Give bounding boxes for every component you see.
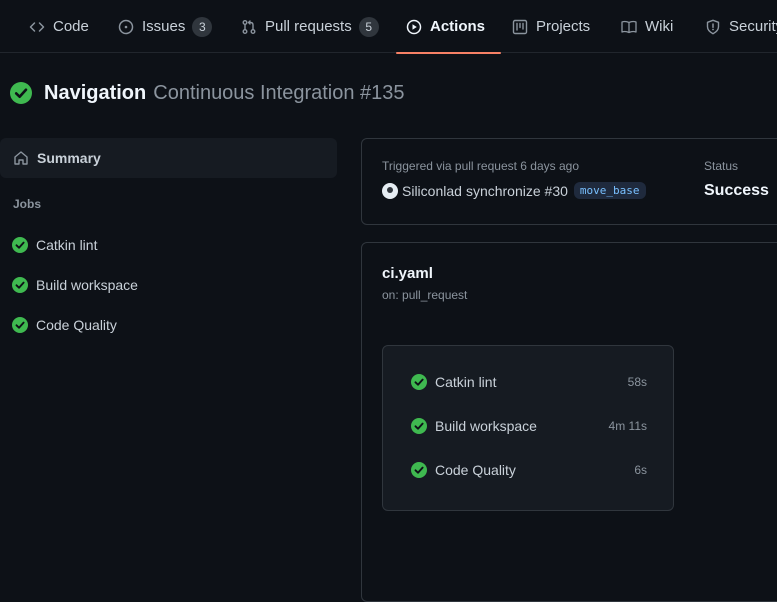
run-info-card: Triggered via pull request 6 days ago Si…: [361, 138, 777, 225]
tab-wiki-label: Wiki: [645, 18, 674, 35]
book-icon: [621, 20, 637, 33]
graph-job-code-quality[interactable]: Code Quality 6s: [411, 459, 647, 481]
workflow-file-name[interactable]: ci.yaml: [382, 265, 433, 282]
run-title: Continuous Integration #135: [153, 81, 405, 104]
graph-job-name: Catkin lint: [435, 374, 497, 390]
sidebar-job-label: Catkin lint: [36, 237, 98, 253]
sidebar-job-catkin-lint[interactable]: Catkin lint: [12, 234, 97, 256]
sidebar-job-label: Build workspace: [36, 277, 138, 293]
graph-job-duration: 6s: [634, 463, 647, 477]
trigger-detail: Siliconlad synchronize #30 move_base: [382, 182, 646, 199]
trigger-description: Triggered via pull request 6 days ago: [382, 159, 580, 173]
tab-code-label: Code: [53, 18, 89, 35]
tab-code[interactable]: Code: [29, 0, 89, 53]
pull-request-link[interactable]: synchronize #30: [466, 183, 568, 199]
home-icon: [14, 151, 28, 165]
tab-security[interactable]: Security: [705, 0, 777, 53]
project-icon: [512, 19, 528, 34]
pull-request-icon: [242, 19, 256, 34]
avatar[interactable]: [382, 182, 398, 199]
tab-actions-label: Actions: [430, 18, 486, 35]
check-circle-icon: [10, 82, 32, 104]
sidebar-job-label: Code Quality: [36, 317, 117, 333]
tab-actions[interactable]: Actions: [395, 0, 502, 54]
tab-security-label: Security: [729, 18, 777, 35]
graph-job-name: Build workspace: [435, 418, 537, 434]
sidebar-summary-label: Summary: [37, 150, 101, 166]
sidebar-job-code-quality[interactable]: Code Quality: [12, 314, 117, 336]
jobs-heading: Jobs: [13, 197, 42, 211]
status-value: Success: [704, 182, 769, 199]
sidebar-summary[interactable]: Summary: [0, 138, 337, 178]
branch-label[interactable]: move_base: [573, 182, 646, 199]
actor-link[interactable]: Siliconlad: [402, 183, 462, 199]
graph-job-build-workspace[interactable]: Build workspace 4m 11s: [411, 415, 647, 437]
workflow-graph-card: ci.yaml on: pull_request Catkin lint 58s…: [361, 242, 777, 602]
issues-count-badge: 3: [192, 16, 213, 37]
check-circle-icon: [411, 418, 427, 434]
play-icon: [406, 19, 422, 34]
check-circle-icon: [12, 277, 28, 293]
tab-issues[interactable]: Issues 3: [118, 0, 213, 53]
repo-nav: Code Issues 3 Pull requests 5 Actions Pr…: [0, 0, 777, 54]
code-icon: [29, 21, 45, 32]
tab-projects[interactable]: Projects: [512, 0, 590, 53]
tab-projects-label: Projects: [536, 18, 591, 35]
status-label: Status: [704, 159, 739, 173]
run-header: Navigation Continuous Integration #135: [10, 80, 405, 106]
job-group: Catkin lint 58s Build workspace 4m 11s C…: [382, 345, 674, 511]
issue-icon: [118, 19, 134, 34]
graph-job-catkin-lint[interactable]: Catkin lint 58s: [411, 371, 647, 393]
graph-job-duration: 58s: [627, 375, 647, 389]
tab-wiki[interactable]: Wiki: [621, 0, 673, 53]
check-circle-icon: [12, 237, 28, 253]
graph-job-duration: 4m 11s: [608, 419, 647, 433]
check-circle-icon: [12, 317, 28, 333]
shield-icon: [706, 19, 720, 34]
graph-job-name: Code Quality: [435, 462, 516, 478]
tab-issues-label: Issues: [142, 18, 186, 35]
tab-pull-requests-label: Pull requests: [265, 18, 352, 35]
sidebar-job-build-workspace[interactable]: Build workspace: [12, 274, 138, 296]
workflow-trigger: on: pull_request: [382, 288, 468, 302]
workflow-name: Navigation: [44, 81, 147, 104]
pull-requests-count-badge: 5: [358, 16, 379, 37]
check-circle-icon: [411, 374, 427, 390]
check-circle-icon: [411, 462, 427, 478]
tab-pull-requests[interactable]: Pull requests 5: [241, 0, 379, 53]
